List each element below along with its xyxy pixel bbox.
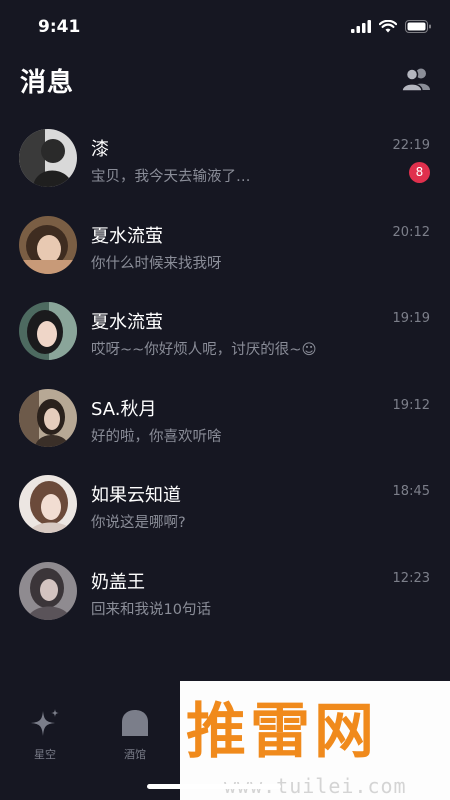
unread-badge: 8 bbox=[409, 162, 430, 183]
message-time: 19:19 bbox=[392, 311, 430, 326]
avatar bbox=[19, 475, 77, 533]
message-preview: 你什么时候来找我呀 bbox=[91, 255, 222, 272]
message-time: 22:19 bbox=[392, 138, 430, 153]
conversation-list: 漆 宝贝，我今天去输液了… 22:19 8 夏水流萤 你什么时候来找我呀 20:… bbox=[0, 115, 450, 634]
conversation-item[interactable]: 奶盖王 回来和我说10句话 12:23 bbox=[0, 548, 450, 635]
header: 消息 bbox=[0, 54, 450, 114]
message-time: 20:12 bbox=[392, 224, 430, 240]
wifi-icon bbox=[379, 20, 397, 33]
message-time: 12:23 bbox=[392, 570, 430, 586]
avatar bbox=[19, 215, 77, 274]
tab-label: 酒馆 bbox=[124, 748, 146, 761]
message-preview: 回来和我说10句话 bbox=[91, 601, 211, 618]
watermark-logo: 推雷网 bbox=[186, 697, 378, 767]
signal-icon bbox=[351, 20, 371, 33]
conversation-item[interactable]: 夏水流萤 哎呀~~你好烦人呢，讨厌的很~☺ 19:19 bbox=[0, 288, 450, 375]
contact-name: 奶盖王 bbox=[91, 571, 145, 593]
watermark: 推雷网 www.tuilei.com bbox=[180, 681, 450, 800]
tab-label: 星空 bbox=[34, 748, 56, 761]
contact-name: 如果云知道 bbox=[91, 485, 181, 506]
avatar bbox=[19, 561, 77, 620]
tab-starry-sky[interactable]: 星空 bbox=[15, 708, 75, 762]
message-preview: 宝贝，我今天去输液了… bbox=[91, 169, 251, 185]
page-title: 消息 bbox=[20, 68, 75, 98]
status-icons bbox=[351, 20, 432, 33]
message-time: 18:45 bbox=[392, 484, 430, 499]
contact-name: SA.秋月 bbox=[91, 398, 157, 420]
contact-name: 夏水流萤 bbox=[91, 312, 163, 333]
people-icon bbox=[401, 68, 430, 92]
conversation-item[interactable]: 如果云知道 你说这是哪啊? 18:45 bbox=[0, 461, 450, 548]
status-bar: 9:41 bbox=[0, 0, 450, 54]
avatar bbox=[19, 302, 77, 360]
conversation-item[interactable]: 夏水流萤 你什么时候来找我呀 20:12 bbox=[0, 202, 450, 289]
avatar bbox=[19, 388, 77, 447]
contact-name: 漆 bbox=[91, 139, 109, 160]
avatar bbox=[19, 129, 77, 187]
sparkle-icon bbox=[31, 709, 59, 736]
contact-name: 夏水流萤 bbox=[91, 225, 163, 247]
status-time: 9:41 bbox=[38, 17, 81, 37]
contacts-button[interactable] bbox=[401, 66, 430, 92]
home-indicator[interactable] bbox=[147, 784, 281, 789]
message-preview: 好的啦，你喜欢听啥 bbox=[91, 428, 222, 445]
tavern-icon bbox=[122, 710, 148, 736]
message-time: 19:12 bbox=[392, 397, 430, 413]
conversation-item[interactable]: 漆 宝贝，我今天去输液了… 22:19 8 bbox=[0, 115, 450, 202]
conversation-item[interactable]: SA.秋月 好的啦，你喜欢听啥 19:12 bbox=[0, 375, 450, 462]
message-preview: 哎呀~~你好烦人呢，讨厌的很~☺ bbox=[91, 342, 317, 358]
battery-icon bbox=[405, 20, 431, 33]
tab-tavern[interactable]: 酒馆 bbox=[105, 708, 165, 762]
message-preview: 你说这是哪啊? bbox=[91, 515, 186, 531]
